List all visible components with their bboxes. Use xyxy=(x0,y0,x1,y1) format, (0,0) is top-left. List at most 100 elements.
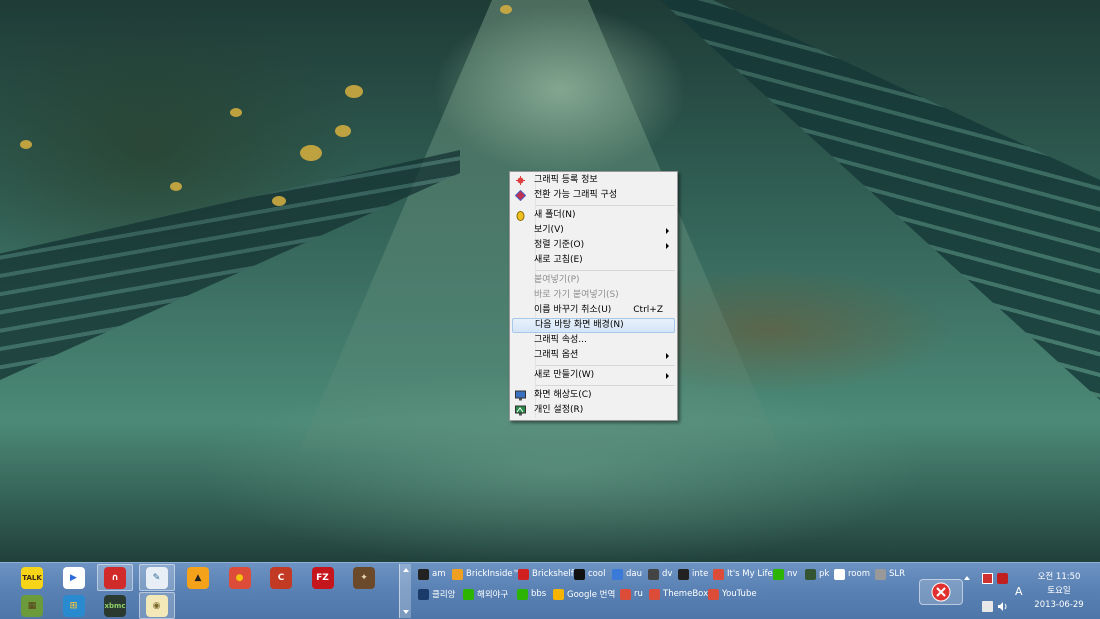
chrome-icon: ● xyxy=(228,566,251,589)
links-toolbar-scroll[interactable] xyxy=(399,564,411,618)
link-links_row1-11[interactable]: room xyxy=(834,566,870,582)
menu-item-label: 새 폴더(N) xyxy=(534,210,576,220)
link-links_row1-9[interactable]: nv xyxy=(773,566,797,582)
wallpaper-leaf xyxy=(300,145,322,161)
taskbar-app-ccleaner[interactable]: C xyxy=(263,564,299,591)
favicon-icon xyxy=(834,568,845,580)
favicon-icon xyxy=(678,568,689,580)
taskbar-app-chat[interactable]: ◉ xyxy=(138,592,175,619)
clock-date: 2013-06-29 xyxy=(1034,600,1084,610)
link-label: am xyxy=(432,569,446,579)
favicon-icon xyxy=(648,568,659,580)
link-label: SLR xyxy=(889,569,906,579)
aimp-icon: ▲ xyxy=(187,566,209,589)
link-links_row1-4[interactable]: cool xyxy=(574,566,605,582)
screen-resolution-icon xyxy=(515,390,526,401)
wallpaper-leaf xyxy=(20,140,32,149)
menu-separator xyxy=(536,365,675,366)
favicon-icon xyxy=(418,568,429,580)
favicon-icon xyxy=(574,568,585,580)
menu-item-10[interactable]: 다음 바탕 화면 배경(N) xyxy=(512,318,675,333)
link-links_row1-7[interactable]: inte xyxy=(678,566,708,582)
taskbar-app-daum-potplayer[interactable]: ▶ xyxy=(56,564,92,591)
wallpaper-leaf xyxy=(335,125,351,137)
menu-item-label: 정렬 기준(O) xyxy=(534,240,585,250)
favicon-icon xyxy=(452,568,463,580)
wallpaper-leaf xyxy=(345,85,363,98)
link-links_row1-8[interactable]: It's My Life xyxy=(713,566,773,582)
menu-item-label: 화면 해상도(C) xyxy=(534,390,592,400)
taskbar-app-windows[interactable]: ⊞ xyxy=(56,592,92,619)
link-label: YouTube xyxy=(722,589,757,599)
network-alert-icon[interactable] xyxy=(982,573,993,584)
favicon-icon xyxy=(517,588,528,600)
menu-item-label: 새로 고침(E) xyxy=(534,255,583,265)
graphics-properties-icon xyxy=(515,175,526,186)
link-links_row1-1[interactable]: am xyxy=(418,566,446,582)
taskbar-app-kakaotalk[interactable]: TALK xyxy=(14,564,50,591)
link-links_row1-6[interactable]: dv xyxy=(648,566,672,582)
menu-item-15[interactable]: 개인 설정(R) xyxy=(512,403,675,418)
link-links_row1-5[interactable]: dau xyxy=(612,566,642,582)
menu-item-12[interactable]: 그래픽 옵션 xyxy=(512,348,675,363)
favicon-icon xyxy=(612,568,623,580)
taskbar-app-aimp[interactable]: ▲ xyxy=(180,564,216,591)
favicon-icon xyxy=(708,588,719,600)
menu-item-label: 이름 바꾸기 취소(U) xyxy=(534,305,612,315)
menu-item-3[interactable]: 새 폴더(N) xyxy=(512,208,675,223)
taskbar-app-xbmc[interactable]: xbmc xyxy=(97,592,133,619)
taskbar-app-chrome[interactable]: ● xyxy=(222,564,258,591)
show-hidden-icons-button[interactable] xyxy=(964,576,970,580)
taskbar-app-minecraft[interactable]: ▦ xyxy=(14,592,50,619)
ccleaner-icon: C xyxy=(270,566,292,589)
link-links_row2-1[interactable]: 클리앙 xyxy=(418,586,455,602)
submenu-arrow-icon xyxy=(666,243,669,249)
menu-item-13[interactable]: 새로 만들기(W) xyxy=(512,368,675,383)
taskbar-app-notepad[interactable]: ✎ xyxy=(138,564,175,591)
taskbar-app-tool[interactable]: ✦ xyxy=(346,564,382,591)
xbmc-icon: xbmc xyxy=(104,594,126,617)
menu-item-2[interactable]: 전환 가능 그래픽 구성 xyxy=(512,188,675,203)
favicon-icon xyxy=(713,568,724,580)
taskbar-app-magnet[interactable]: ∩ xyxy=(97,564,133,591)
link-links_row1-3[interactable]: Brickshelf xyxy=(518,566,574,582)
favicon-icon xyxy=(620,588,631,600)
chat-icon: ◉ xyxy=(145,594,168,617)
clock-weekday: 토요일 xyxy=(1047,586,1071,596)
alert-icon xyxy=(931,582,951,602)
submenu-arrow-icon xyxy=(666,353,669,359)
link-links_row1-12[interactable]: SLR xyxy=(875,566,905,582)
notepad-icon: ✎ xyxy=(145,566,168,589)
link-links_row2-7[interactable]: YouTube xyxy=(708,586,757,602)
ime-indicator[interactable]: A xyxy=(1015,585,1023,598)
security-icon[interactable] xyxy=(997,573,1008,584)
menu-item-5[interactable]: 정렬 기준(O) xyxy=(512,238,675,253)
network-icon[interactable] xyxy=(982,601,993,612)
menu-item-11[interactable]: 그래픽 속성... xyxy=(512,333,675,348)
link-links_row1-2[interactable]: BrickInside™ xyxy=(452,566,521,582)
menu-item-1[interactable]: 그래픽 등록 정보 xyxy=(512,173,675,188)
menu-item-9[interactable]: 이름 바꾸기 취소(U) Ctrl+Z xyxy=(512,303,675,318)
clock-time: 오전 11:50 xyxy=(1037,572,1081,582)
link-links_row2-6[interactable]: ThemeBox xyxy=(649,586,708,602)
taskbar-app-filezilla[interactable]: FZ xyxy=(305,564,341,591)
favicon-icon xyxy=(463,588,474,600)
link-label: cool xyxy=(588,569,606,579)
new-folder-icon xyxy=(515,210,526,221)
link-links_row2-5[interactable]: ru xyxy=(620,586,643,602)
menu-item-4[interactable]: 보기(V) xyxy=(512,223,675,238)
wallpaper-leaf xyxy=(500,5,512,14)
windows-icon: ⊞ xyxy=(62,594,85,617)
link-links_row2-2[interactable]: 해외야구 xyxy=(463,586,508,602)
wallpaper-leaf xyxy=(170,182,182,191)
link-links_row2-3[interactable]: bbs xyxy=(517,586,546,602)
volume-icon[interactable] xyxy=(997,601,1008,612)
menu-item-14[interactable]: 화면 해상도(C) xyxy=(512,388,675,403)
link-links_row2-4[interactable]: Google 번역 xyxy=(553,586,615,602)
notification-button[interactable] xyxy=(919,579,963,605)
clock[interactable]: 오전 11:50 토요일 2013-06-29 xyxy=(1034,570,1084,612)
desktop-context-menu: 그래픽 등록 정보 전환 가능 그래픽 구성새 폴더(N) 보기(V) 정렬 기준(O… xyxy=(509,171,678,421)
link-links_row1-10[interactable]: pk xyxy=(805,566,829,582)
menu-item-label: 붙여넣기(P) xyxy=(534,275,580,285)
menu-item-6[interactable]: 새로 고침(E) xyxy=(512,253,675,268)
